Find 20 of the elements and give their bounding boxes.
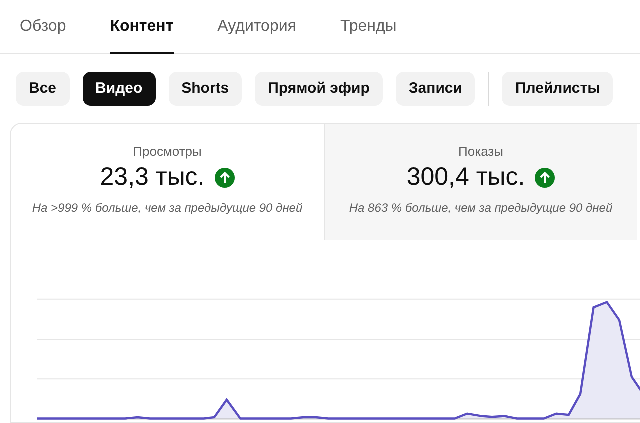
tab[interactable]: Тренды bbox=[340, 0, 397, 54]
tab[interactable]: Контент bbox=[110, 0, 174, 54]
filter-chip[interactable]: Shorts bbox=[168, 72, 242, 106]
metric-value: 23,3 тыс. bbox=[100, 163, 205, 192]
metric-tab[interactable]: Показы 300,4 тыс. На 863 % больше, чем за предыдущие 90 дней bbox=[324, 124, 637, 240]
metric-title: Просмотры bbox=[132, 144, 203, 159]
filter-chip[interactable]: Все bbox=[16, 72, 70, 106]
metric-note: На 863 % больше, чем за предыдущие 90 дней bbox=[348, 201, 614, 215]
metric-tab[interactable]: Просмотры 23,3 тыс. На >999 % больше, чем за предыдущие 90 дней bbox=[11, 124, 324, 240]
metric-value: 300,4 тыс. bbox=[406, 163, 526, 192]
metric-note: На >999 % больше, чем за предыдущие 90 дней bbox=[31, 201, 304, 215]
tab[interactable]: Обзор bbox=[20, 0, 66, 54]
tab[interactable]: Аудитория bbox=[218, 0, 296, 54]
filter-chip[interactable]: Записи bbox=[396, 72, 476, 106]
filter-chip[interactable]: Видео bbox=[82, 72, 156, 106]
filter-chip[interactable]: Прямой эфир bbox=[255, 72, 383, 106]
arrow-up-icon bbox=[214, 168, 235, 188]
arrow-up-icon bbox=[535, 168, 556, 188]
filter-chip[interactable]: Плейлисты bbox=[502, 72, 614, 106]
metric-title: Показы bbox=[458, 144, 504, 159]
